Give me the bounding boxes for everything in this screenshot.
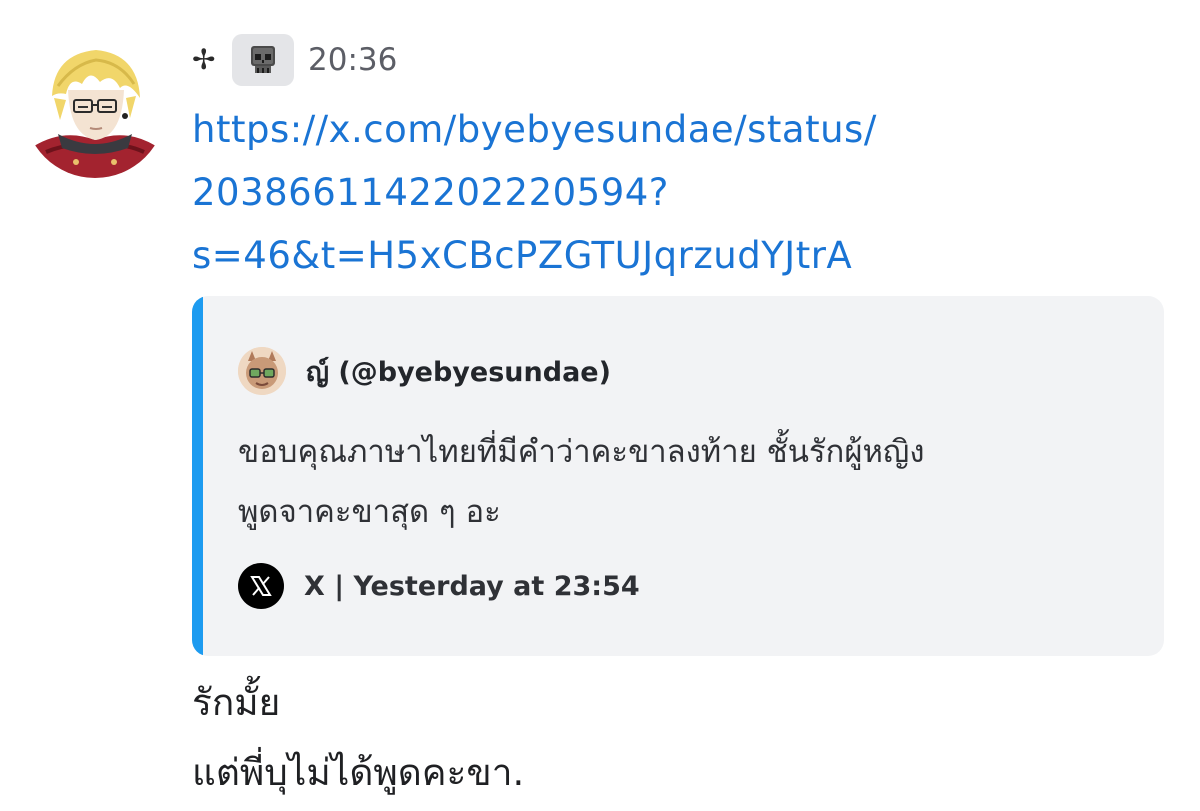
link-embed: ญ์ (@byebyesundae) ขอบคุณภาษาไทยที่มีคำว… [192,296,1164,656]
link-line[interactable]: s=46&t=H5xCBcPZGTUJqrzudYJtrA [192,224,952,287]
link-line[interactable]: 2038661142202220594? [192,161,952,224]
embed-accent-bar [192,296,203,656]
embed-description-line: พูดจาคะขาสุด ๆ อะ [238,494,501,530]
embed-author-name[interactable]: ญ์ (@byebyesundae) [306,350,611,393]
embed-description: ขอบคุณภาษาไทยที่มีคำว่าคะขาลงท้าย ชั้นรั… [238,422,1138,542]
message-header: ✢ 20:36 [192,32,397,88]
message-timestamp[interactable]: 20:36 [308,42,397,78]
embed-footer: X | Yesterday at 23:54 [238,562,640,610]
author-avatar [238,347,286,395]
message-link[interactable]: https://x.com/byebyesundae/status/ 20386… [192,98,952,287]
message-line: รักมั้ย [192,681,281,724]
embed-footer-text: X | Yesterday at 23:54 [304,570,640,602]
message-line: แต่พี่บุไม่ได้พูดคะขา. [192,751,525,794]
embed-author[interactable]: ญ์ (@byebyesundae) [238,346,611,396]
embed-description-line: ขอบคุณภาษาไทยที่มีคำว่าคะขาลงท้าย ชั้นรั… [238,434,925,470]
skull-icon[interactable] [232,34,294,86]
user-avatar[interactable] [24,36,166,178]
chat-message: ✢ 20:36 https://x.com/byebyesundae/statu… [0,0,1200,811]
link-line[interactable]: https://x.com/byebyesundae/status/ [192,98,952,161]
message-content: รักมั้ย แต่พี่บุไม่ได้พูดคะขา. [192,668,524,808]
cross-glyph: ✢ [192,43,216,76]
x-logo-icon [238,563,284,609]
